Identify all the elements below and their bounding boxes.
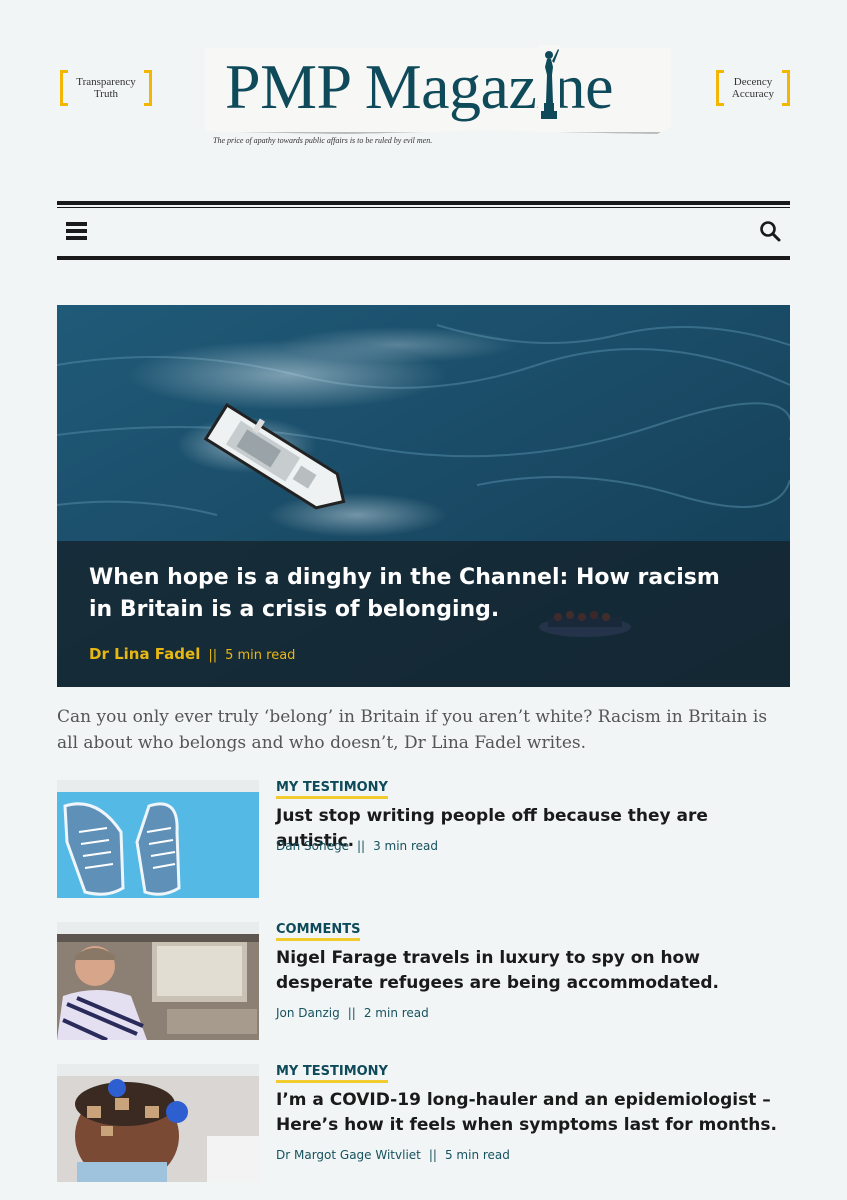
hero-title[interactable]: When hope is a dinghy in the Channel: Ho…	[89, 562, 729, 626]
thumb-strip	[57, 922, 259, 934]
statue-icon	[538, 45, 560, 119]
article-thumbnail[interactable]	[57, 792, 259, 898]
article-title[interactable]: Nigel Farage travels in luxury to spy on…	[276, 946, 781, 996]
hero-meta: Dr Lina Fadel || 5 min read	[89, 645, 295, 663]
article-meta: Dan Sohege || 3 min read	[276, 839, 438, 853]
bracket-right	[144, 70, 152, 106]
bracket-left	[716, 70, 724, 106]
motto-decency: Decency	[733, 76, 773, 88]
hero-author[interactable]: Dr Lina Fadel	[89, 645, 200, 663]
article-read-time: 5 min read	[444, 1148, 510, 1162]
article-title[interactable]: I’m a COVID-19 long-hauler and an epidem…	[276, 1088, 781, 1138]
car-interior-image	[57, 934, 259, 1040]
patient-eeg-image	[57, 1076, 259, 1182]
article-thumbnail[interactable]	[57, 934, 259, 1040]
article-meta: Dr Margot Gage Witvliet || 5 min read	[276, 1148, 510, 1162]
article-meta: Jon Danzig || 2 min read	[276, 1006, 429, 1020]
hero-excerpt: Can you only ever truly ‘belong’ in Brit…	[57, 707, 768, 753]
meta-separator: ||	[208, 648, 218, 663]
hamburger-menu-icon[interactable]	[66, 222, 87, 240]
site-tagline: The price of apathy towards public affai…	[213, 136, 433, 145]
hero-read-time: 5 min read	[225, 648, 296, 663]
motto-truth: Truth	[93, 88, 119, 100]
thumb-strip	[57, 780, 259, 792]
article-read-time: 2 min read	[363, 1006, 429, 1020]
meta-separator: ||	[347, 1006, 356, 1020]
sneakers-image	[57, 792, 259, 898]
thumb-strip	[57, 1064, 259, 1076]
motto-box-left: Transparency Truth	[60, 70, 152, 106]
article-thumbnail[interactable]	[57, 1076, 259, 1182]
meta-separator: ||	[428, 1148, 437, 1162]
search-icon[interactable]	[759, 220, 781, 242]
list-item[interactable]: MY TESTIMONY Just stop writing people of…	[57, 780, 790, 900]
article-author[interactable]: Dan Sohege	[276, 839, 349, 853]
list-item[interactable]: MY TESTIMONY I’m a COVID-19 long-hauler …	[57, 1064, 790, 1184]
bracket-right	[782, 70, 790, 106]
list-item[interactable]: COMMENTS Nigel Farage travels in luxury …	[57, 922, 790, 1042]
motto-box-right: Decency Accuracy	[716, 70, 790, 106]
article-author[interactable]: Jon Danzig	[276, 1006, 340, 1020]
article-read-time: 3 min read	[373, 839, 438, 853]
meta-separator: ||	[356, 839, 366, 853]
article-author[interactable]: Dr Margot Gage Witvliet	[276, 1148, 421, 1162]
nav-bar	[57, 201, 790, 260]
motto-transparency: Transparency	[76, 76, 136, 88]
hero-article[interactable]: When hope is a dinghy in the Channel: Ho…	[57, 305, 790, 687]
category-link[interactable]: MY TESTIMONY	[276, 1064, 388, 1083]
category-link[interactable]: COMMENTS	[276, 922, 361, 941]
motto-accuracy: Accuracy	[731, 88, 775, 100]
bracket-left	[60, 70, 68, 106]
category-link[interactable]: MY TESTIMONY	[276, 780, 388, 799]
